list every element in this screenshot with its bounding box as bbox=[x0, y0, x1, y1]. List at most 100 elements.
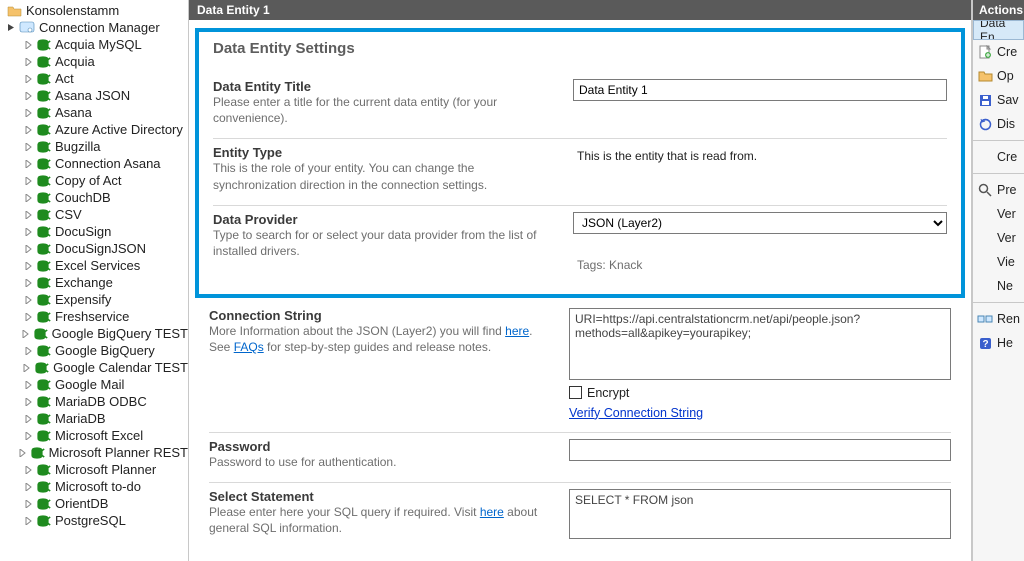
expand-icon[interactable] bbox=[22, 260, 33, 271]
verify-link[interactable]: Verify Connection String bbox=[569, 406, 951, 420]
tree-item[interactable]: Microsoft Planner bbox=[0, 461, 188, 478]
tree-item[interactable]: DocuSign bbox=[0, 223, 188, 240]
tree-item[interactable]: Copy of Act bbox=[0, 172, 188, 189]
expand-icon[interactable] bbox=[22, 73, 33, 84]
tree-item[interactable]: Exchange bbox=[0, 274, 188, 291]
tree-item[interactable]: CSV bbox=[0, 206, 188, 223]
tree-item[interactable]: Bugzilla bbox=[0, 138, 188, 155]
action-item-label: Pre bbox=[997, 183, 1016, 197]
entity-icon bbox=[35, 377, 51, 393]
expand-icon[interactable] bbox=[20, 328, 30, 339]
action-item[interactable]: Ne bbox=[973, 274, 1024, 298]
entity-icon bbox=[35, 292, 51, 308]
encrypt-checkbox[interactable] bbox=[569, 386, 582, 399]
expand-icon[interactable] bbox=[22, 90, 33, 101]
action-item[interactable]: Cre bbox=[973, 145, 1024, 169]
expand-icon[interactable] bbox=[22, 107, 33, 118]
tree-item[interactable]: MariaDB ODBC bbox=[0, 393, 188, 410]
expand-icon[interactable] bbox=[22, 277, 33, 288]
action-item[interactable]: Sav bbox=[973, 88, 1024, 112]
tree-item-label: Connection Asana bbox=[55, 155, 161, 172]
tree-item[interactable]: DocuSignJSON bbox=[0, 240, 188, 257]
tree-item[interactable]: OrientDB bbox=[0, 495, 188, 512]
tree-item[interactable]: MariaDB bbox=[0, 410, 188, 427]
expand-icon[interactable] bbox=[22, 430, 33, 441]
expand-icon[interactable] bbox=[22, 124, 33, 135]
tree-item-label: DocuSign bbox=[55, 223, 111, 240]
collapse-icon[interactable] bbox=[6, 22, 17, 33]
expand-icon[interactable] bbox=[22, 294, 33, 305]
title-input[interactable] bbox=[573, 79, 947, 101]
tree-root[interactable]: Konsolenstamm bbox=[0, 2, 188, 19]
tree-item[interactable]: Microsoft Excel bbox=[0, 427, 188, 444]
select-statement-input[interactable]: SELECT * FROM json bbox=[569, 489, 951, 539]
expand-icon[interactable] bbox=[22, 515, 33, 526]
actions-panel: Actions Data En CreOpSavDisCrePreVerVerV… bbox=[972, 0, 1024, 561]
expand-icon[interactable] bbox=[22, 56, 33, 67]
tree-item[interactable]: Microsoft Planner REST bbox=[0, 444, 188, 461]
tree-item[interactable]: Connection Asana bbox=[0, 155, 188, 172]
tree-item-label: Microsoft Excel bbox=[55, 427, 143, 444]
action-item[interactable]: Ren bbox=[973, 307, 1024, 331]
action-item[interactable]: Op bbox=[973, 64, 1024, 88]
tree-item[interactable]: Acquia MySQL bbox=[0, 36, 188, 53]
tree-item[interactable]: Microsoft to-do bbox=[0, 478, 188, 495]
provider-label: Data Provider bbox=[213, 212, 557, 227]
tree-item[interactable]: Azure Active Directory bbox=[0, 121, 188, 138]
expand-icon[interactable] bbox=[22, 192, 33, 203]
tree-item[interactable]: PostgreSQL bbox=[0, 512, 188, 529]
action-item[interactable]: Dis bbox=[973, 112, 1024, 136]
tree-item[interactable]: Asana JSON bbox=[0, 87, 188, 104]
conn-string-input[interactable]: URI=https://api.centralstationcrm.net/ap… bbox=[569, 308, 951, 380]
actions-tab[interactable]: Data En bbox=[973, 20, 1024, 40]
expand-icon[interactable] bbox=[22, 243, 33, 254]
password-input[interactable] bbox=[569, 439, 951, 461]
expand-icon[interactable] bbox=[22, 209, 33, 220]
conn-desc-pre: More Information about the JSON (Layer2)… bbox=[209, 324, 505, 338]
expand-icon[interactable] bbox=[22, 481, 33, 492]
expand-icon[interactable] bbox=[22, 498, 33, 509]
tree-item[interactable]: Asana bbox=[0, 104, 188, 121]
tree-item[interactable]: Google BigQuery TEST bbox=[0, 325, 188, 342]
expand-icon[interactable] bbox=[22, 464, 33, 475]
tree-connection-manager[interactable]: Connection Manager bbox=[0, 19, 188, 36]
tree-item[interactable]: Google BigQuery bbox=[0, 342, 188, 359]
tree-item[interactable]: Acquia bbox=[0, 53, 188, 70]
expand-icon[interactable] bbox=[18, 447, 27, 458]
expand-icon[interactable] bbox=[22, 141, 33, 152]
expand-icon[interactable] bbox=[22, 413, 33, 424]
discard-icon bbox=[977, 116, 993, 132]
expand-icon[interactable] bbox=[22, 396, 33, 407]
action-item[interactable]: Vie bbox=[973, 250, 1024, 274]
tree-item[interactable]: Excel Services bbox=[0, 257, 188, 274]
conn-here-link[interactable]: here bbox=[505, 324, 529, 338]
tree-item-label: Azure Active Directory bbox=[55, 121, 183, 138]
tree-item[interactable]: CouchDB bbox=[0, 189, 188, 206]
provider-select[interactable]: JSON (Layer2) bbox=[573, 212, 947, 234]
action-item[interactable]: ?He bbox=[973, 331, 1024, 355]
actions-separator bbox=[973, 302, 1024, 303]
select-here-link[interactable]: here bbox=[480, 505, 504, 519]
folder-icon bbox=[6, 3, 22, 19]
action-item[interactable]: Pre bbox=[973, 178, 1024, 202]
action-item-label: Ver bbox=[997, 231, 1016, 245]
expand-icon[interactable] bbox=[22, 345, 33, 356]
entity-icon bbox=[35, 190, 51, 206]
action-item[interactable]: Ver bbox=[973, 226, 1024, 250]
action-item-label: Dis bbox=[997, 117, 1015, 131]
tree-item[interactable]: Freshservice bbox=[0, 308, 188, 325]
tree-item[interactable]: Act bbox=[0, 70, 188, 87]
tree-item[interactable]: Expensify bbox=[0, 291, 188, 308]
conn-faqs-link[interactable]: FAQs bbox=[234, 340, 264, 354]
action-item[interactable]: Cre bbox=[973, 40, 1024, 64]
tree-item[interactable]: Google Mail bbox=[0, 376, 188, 393]
expand-icon[interactable] bbox=[22, 158, 33, 169]
expand-icon[interactable] bbox=[21, 362, 31, 373]
tree-item[interactable]: Google Calendar TEST bbox=[0, 359, 188, 376]
expand-icon[interactable] bbox=[22, 39, 33, 50]
expand-icon[interactable] bbox=[22, 226, 33, 237]
expand-icon[interactable] bbox=[22, 379, 33, 390]
expand-icon[interactable] bbox=[22, 311, 33, 322]
expand-icon[interactable] bbox=[22, 175, 33, 186]
action-item[interactable]: Ver bbox=[973, 202, 1024, 226]
